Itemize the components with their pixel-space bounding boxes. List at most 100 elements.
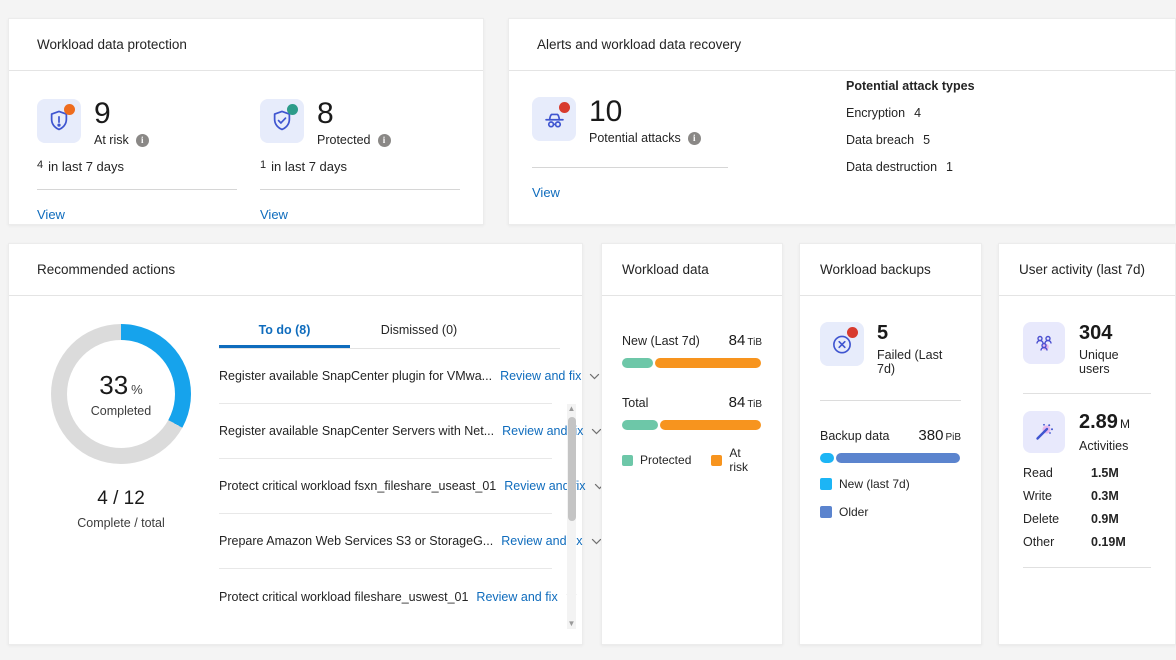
ratio-caption: Complete / total xyxy=(35,516,207,530)
attack-type-row: Data destruction1 xyxy=(846,160,975,174)
at-risk-view-link[interactable]: View xyxy=(37,207,65,222)
activity-breakdown: Read 1.5M Write 0.3M Delete 0.9M Other 0… xyxy=(1023,466,1151,549)
action-text: Prepare Amazon Web Services S3 or Storag… xyxy=(219,534,493,548)
legend-at-risk: At risk xyxy=(711,446,762,474)
activities-count: 2.89M xyxy=(1079,411,1130,435)
bar-label: New (Last 7d) xyxy=(622,334,700,348)
divider xyxy=(532,167,728,168)
at-risk-legend-swatch xyxy=(711,455,722,466)
workload-data-body: New (Last 7d) 84TiB Total 84TiB Protecte… xyxy=(602,296,782,474)
shield-check-icon xyxy=(260,99,304,143)
tab-dismissed[interactable]: Dismissed (0) xyxy=(350,313,488,348)
workload-backups-body: 5 Failed (Last 7d) Backup data 380PiB Ne… xyxy=(800,296,981,519)
info-icon[interactable]: i xyxy=(136,134,149,147)
tab-todo[interactable]: To do (8) xyxy=(219,313,350,348)
action-list-item: Register available SnapCenter plugin for… xyxy=(219,349,552,404)
older-segment xyxy=(836,453,960,463)
protected-segment xyxy=(622,358,653,368)
info-icon[interactable]: i xyxy=(688,132,701,145)
card-title: User activity (last 7d) xyxy=(999,244,1175,296)
bar-value: 84TiB xyxy=(729,332,762,349)
divider xyxy=(1023,393,1151,394)
completion-donut-chart: 33% Completed xyxy=(51,324,191,464)
at-risk-count: 9 xyxy=(94,99,149,129)
divider xyxy=(1023,567,1151,568)
backup-legend: New (last 7d) Older xyxy=(820,477,961,519)
divider xyxy=(37,189,237,190)
protected-count: 8 xyxy=(317,99,391,129)
bar-value: 380PiB xyxy=(918,427,961,444)
total-data-bar-group: Total 84TiB xyxy=(622,394,762,430)
activity-row: Other 0.19M xyxy=(1023,535,1151,549)
spy-icon xyxy=(532,97,576,141)
scroll-up-arrow[interactable]: ▲ xyxy=(567,404,576,414)
scrollbar-thumb[interactable] xyxy=(568,417,576,521)
card-title: Recommended actions xyxy=(9,244,582,296)
legend-protected: Protected xyxy=(622,446,691,474)
at-risk-stat: 9 At risk i 4in last 7 days View xyxy=(37,99,238,224)
review-and-fix-link[interactable]: Review and fix xyxy=(500,369,581,383)
action-list-item: Protect critical workload fileshare_uswe… xyxy=(219,569,552,624)
unique-users-stat: 304 Unique users xyxy=(1023,322,1151,376)
activity-row: Write 0.3M xyxy=(1023,489,1151,503)
backup-failed-icon xyxy=(820,322,864,366)
shield-alert-icon xyxy=(37,99,81,143)
attack-badge-dot xyxy=(559,102,570,113)
protection-body: 9 At risk i 4in last 7 days View xyxy=(9,71,483,224)
chevron-down-icon[interactable] xyxy=(588,370,601,383)
total-data-stacked-bar xyxy=(622,420,762,430)
complete-total-ratio: 4 / 12 xyxy=(35,488,207,510)
review-and-fix-link[interactable]: Review and fix xyxy=(476,590,557,604)
failed-badge-dot xyxy=(847,327,858,338)
card-title: Workload backups xyxy=(800,244,981,296)
potential-attacks-label: Potential attacks xyxy=(589,131,681,145)
completion-donut-section: 33% Completed 4 / 12 Complete / total xyxy=(35,324,207,530)
failed-label: Failed (Last 7d) xyxy=(877,348,961,376)
attack-type-row: Data breach5 xyxy=(846,133,975,147)
scroll-down-arrow[interactable]: ▼ xyxy=(567,619,576,629)
legend-new: New (last 7d) xyxy=(820,477,961,491)
backup-data-bar-group: Backup data 380PiB xyxy=(820,427,961,463)
activities-label: Activities xyxy=(1079,439,1130,453)
at-risk-segment xyxy=(655,358,761,368)
workload-data-protection-card: Workload data protection 9 At risk i xyxy=(8,18,484,225)
action-list-item: Register available SnapCenter Servers wi… xyxy=(219,404,552,459)
divider xyxy=(260,189,460,190)
info-icon[interactable]: i xyxy=(378,134,391,147)
action-text: Register available SnapCenter Servers wi… xyxy=(219,424,494,438)
at-risk-sub: 4in last 7 days xyxy=(37,159,238,174)
alerts-body: 10 Potential attacks i View Potential at… xyxy=(509,71,1175,225)
protected-sub: 1in last 7 days xyxy=(260,159,461,174)
action-text: Protect critical workload fsxn_fileshare… xyxy=(219,479,496,493)
at-risk-label: At risk xyxy=(94,133,129,147)
workload-backups-card: Workload backups 5 Failed (Last 7d) Back… xyxy=(799,243,982,645)
protected-view-link[interactable]: View xyxy=(260,207,288,222)
protected-legend-swatch xyxy=(622,455,633,466)
at-risk-segment xyxy=(660,420,761,430)
protected-badge-dot xyxy=(287,104,298,115)
users-icon xyxy=(1023,322,1065,364)
new-data-bar-group: New (Last 7d) 84TiB xyxy=(622,332,762,368)
new-legend-swatch xyxy=(820,478,832,490)
attack-types-title: Potential attack types xyxy=(846,79,975,93)
divider xyxy=(820,400,961,401)
user-activity-body: 304 Unique users 2.89M Activities xyxy=(999,296,1175,568)
actions-body: 33% Completed 4 / 12 Complete / total To… xyxy=(9,296,582,645)
card-title: Workload data protection xyxy=(9,19,483,71)
workload-data-legend: Protected At risk xyxy=(622,446,762,474)
donut-caption: Completed xyxy=(91,404,151,418)
failed-backups-stat: 5 Failed (Last 7d) xyxy=(820,322,961,376)
attack-type-row: Encryption4 xyxy=(846,106,975,120)
attacks-view-link[interactable]: View xyxy=(532,185,560,200)
action-list: Register available SnapCenter plugin for… xyxy=(219,349,552,624)
bar-value: 84TiB xyxy=(729,394,762,411)
recommended-actions-card: Recommended actions 33% Completed 4 / 12… xyxy=(8,243,583,645)
potential-attacks-count: 10 xyxy=(589,97,701,127)
new-data-stacked-bar xyxy=(622,358,762,368)
alert-badge-dot xyxy=(64,104,75,115)
action-list-scrollbar[interactable]: ▲ ▼ xyxy=(567,404,576,629)
user-activity-card: User activity (last 7d) 304 Unique users xyxy=(998,243,1176,645)
alerts-recovery-card: Alerts and workload data recovery 10 xyxy=(508,18,1176,225)
actions-tabs: To do (8) Dismissed (0) xyxy=(219,313,560,349)
backup-data-stacked-bar xyxy=(820,453,961,463)
